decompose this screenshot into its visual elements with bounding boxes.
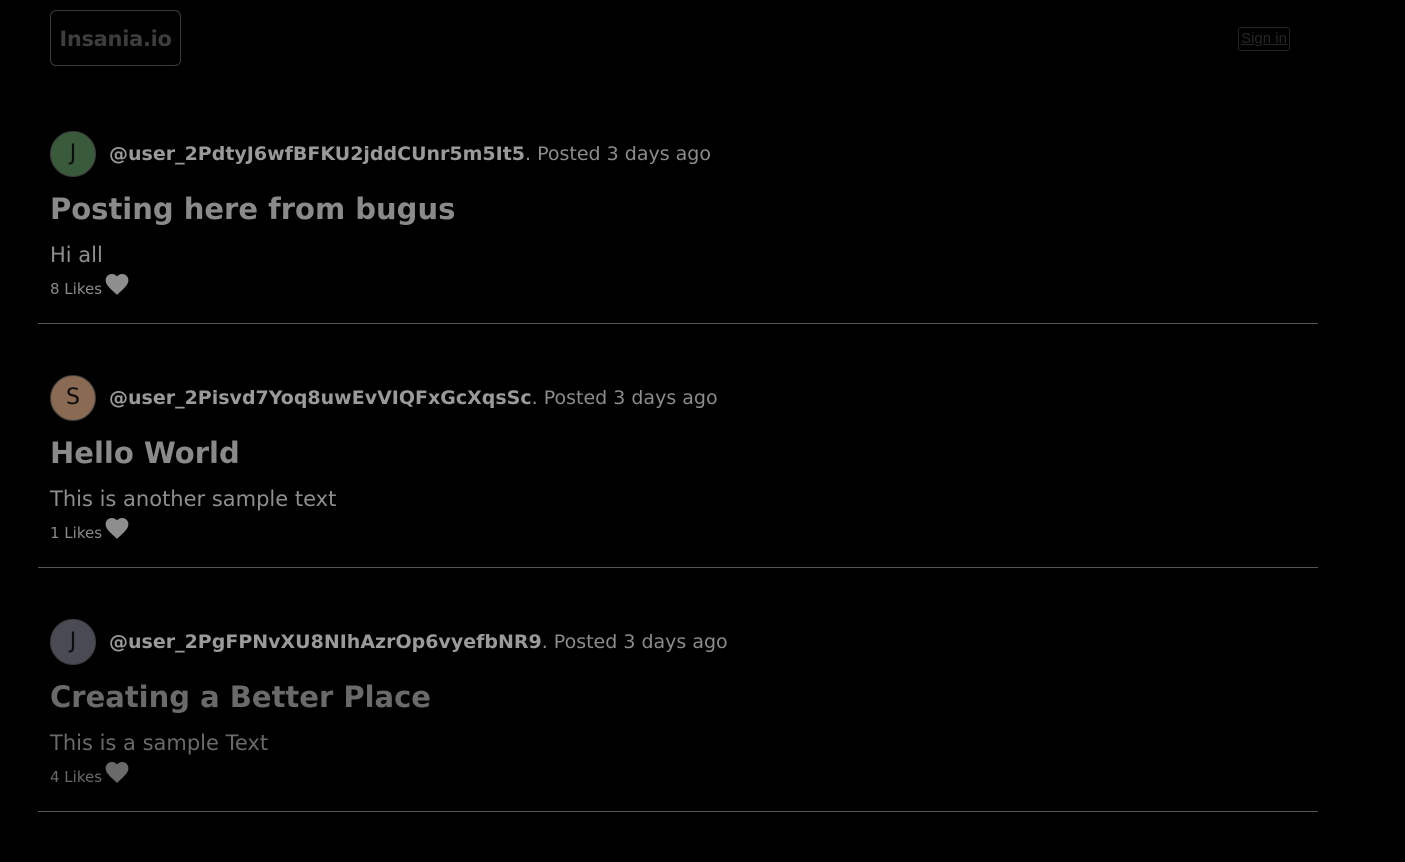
avatar[interactable]: J [50, 619, 96, 665]
posted-time: . Posted 3 days ago [531, 387, 718, 409]
avatar[interactable]: S [50, 375, 96, 421]
post-title[interactable]: Posting here from bugus [50, 192, 455, 226]
post-title[interactable]: Creating a Better Place [50, 680, 431, 714]
post-card: J @user_2PgFPNvXU8NIhAzrOp6vyefbNR9. Pos… [38, 618, 1318, 812]
likes-count: 4 Likes [50, 768, 103, 786]
author-handle[interactable]: @user_2PgFPNvXU8NIhAzrOp6vyefbNR9 [109, 631, 542, 653]
avatar[interactable]: J [50, 131, 96, 177]
post-author-line: @user_2PgFPNvXU8NIhAzrOp6vyefbNR9. Poste… [109, 631, 728, 653]
post-author-line: @user_2PdtyJ6wfBFKU2jddCUnr5m5It5. Poste… [109, 143, 711, 165]
likes-row: 4 Likes [50, 762, 130, 786]
post-card: J @user_2PdtyJ6wfBFKU2jddCUnr5m5It5. Pos… [38, 130, 1318, 324]
posted-time: . Posted 3 days ago [541, 631, 728, 653]
post-body: Hi all [50, 243, 103, 267]
heart-icon[interactable] [104, 760, 130, 784]
page: Insania.io Sign in J @user_2PdtyJ6wfBFKU… [0, 0, 1405, 862]
likes-count: 8 Likes [50, 280, 103, 298]
likes-count: 1 Likes [50, 524, 103, 542]
heart-icon[interactable] [104, 516, 130, 540]
brand-logo[interactable]: Insania.io [50, 10, 181, 66]
posted-time: . Posted 3 days ago [525, 143, 711, 165]
likes-row: 8 Likes [50, 274, 130, 298]
post-header: J @user_2PgFPNvXU8NIhAzrOp6vyefbNR9. Pos… [50, 618, 728, 666]
sign-in-button[interactable]: Sign in [1238, 27, 1290, 51]
post-body: This is another sample text [50, 487, 337, 511]
post-title[interactable]: Hello World [50, 436, 240, 470]
post-card: S @user_2Pisvd7Yoq8uwEvVIQFxGcXqsSc. Pos… [38, 374, 1318, 568]
post-body: This is a sample Text [50, 731, 269, 755]
post-author-line: @user_2Pisvd7Yoq8uwEvVIQFxGcXqsSc. Poste… [109, 387, 718, 409]
author-handle[interactable]: @user_2Pisvd7Yoq8uwEvVIQFxGcXqsSc [109, 387, 532, 409]
post-feed: J @user_2PdtyJ6wfBFKU2jddCUnr5m5It5. Pos… [38, 130, 1318, 862]
post-header: S @user_2Pisvd7Yoq8uwEvVIQFxGcXqsSc. Pos… [50, 374, 718, 422]
author-handle[interactable]: @user_2PdtyJ6wfBFKU2jddCUnr5m5It5 [109, 143, 525, 165]
post-header: J @user_2PdtyJ6wfBFKU2jddCUnr5m5It5. Pos… [50, 130, 711, 178]
heart-icon[interactable] [104, 272, 130, 296]
likes-row: 1 Likes [50, 518, 130, 542]
